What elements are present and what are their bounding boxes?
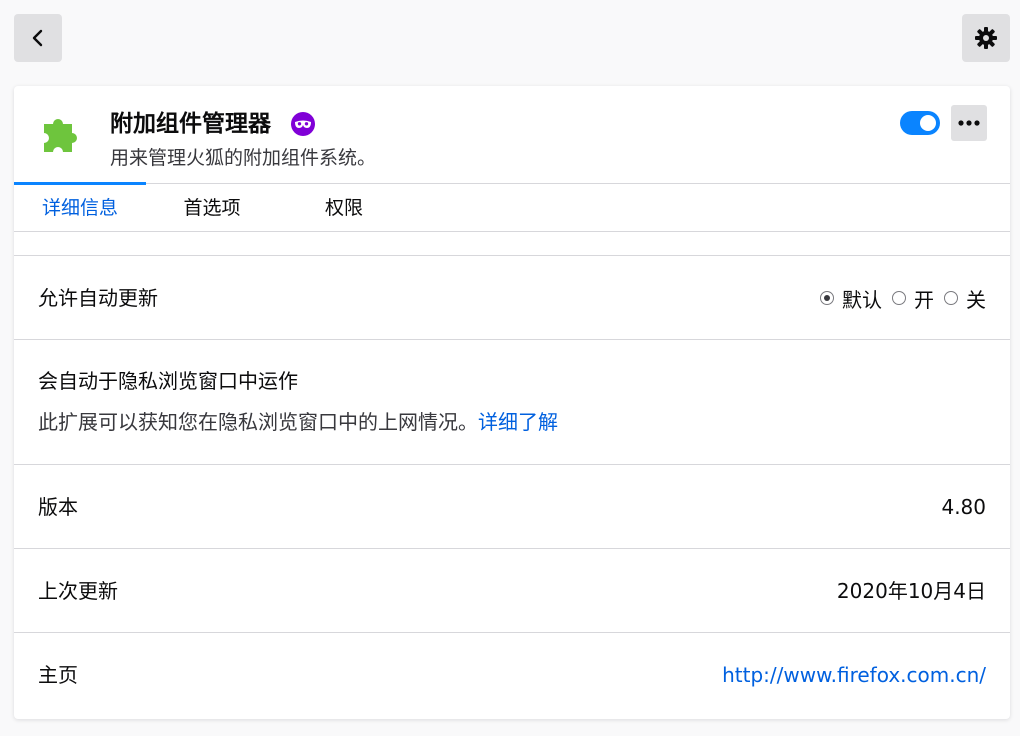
radio-default[interactable]: 默认 — [820, 284, 882, 313]
last-updated-row: 上次更新 2020年10月4日 — [14, 549, 1010, 633]
tab-bar: 详细信息 首选项 权限 — [14, 182, 1010, 232]
learn-more-link[interactable]: 详细了解 — [478, 410, 558, 434]
tab-preferences[interactable]: 首选项 — [146, 184, 278, 232]
radio-label: 默认 — [842, 287, 882, 312]
private-browsing-label: 会自动于隐私浏览窗口中运作 — [38, 369, 298, 393]
back-button[interactable] — [14, 14, 62, 62]
tab-permissions[interactable]: 权限 — [278, 184, 410, 232]
radio-button[interactable] — [820, 291, 834, 305]
private-browsing-description: 此扩展可以获知您在隐私浏览窗口中的上网情况。详细了解 — [38, 408, 558, 436]
addon-header: 附加组件管理器 用来管理火狐的附加组件系统。 — [14, 86, 1010, 184]
auto-update-radio-group: 默认 开 关 — [820, 284, 986, 312]
version-value: 4.80 — [941, 495, 986, 519]
divider — [14, 232, 1010, 256]
addon-enable-toggle[interactable] — [900, 111, 940, 135]
homepage-link[interactable]: http://www.firefox.com.cn/ — [722, 661, 986, 689]
tab-details[interactable]: 详细信息 — [14, 184, 146, 232]
radio-off[interactable]: 关 — [944, 284, 986, 313]
radio-button[interactable] — [944, 291, 958, 305]
radio-label: 开 — [914, 287, 934, 312]
version-label: 版本 — [38, 495, 78, 519]
addon-description: 用来管理火狐的附加组件系统。 — [110, 147, 377, 169]
radio-on[interactable]: 开 — [892, 284, 934, 313]
puzzle-piece-icon — [44, 119, 77, 152]
homepage-row: 主页 http://www.firefox.com.cn/ — [14, 633, 1010, 717]
version-row: 版本 4.80 — [14, 465, 1010, 549]
more-horizontal-icon — [958, 120, 980, 126]
settings-button[interactable] — [962, 14, 1010, 62]
private-browsing-mask-icon — [291, 112, 315, 136]
auto-update-row: 允许自动更新 默认 开 关 — [14, 256, 1010, 340]
toggle-knob — [920, 115, 936, 131]
gear-icon — [975, 27, 997, 49]
more-options-button[interactable] — [951, 105, 987, 141]
homepage-label: 主页 — [38, 663, 78, 687]
auto-update-label: 允许自动更新 — [38, 286, 158, 310]
chevron-left-icon — [32, 29, 43, 47]
last-updated-label: 上次更新 — [38, 579, 118, 603]
private-browsing-description-text: 此扩展可以获知您在隐私浏览窗口中的上网情况。 — [38, 410, 478, 434]
last-updated-value: 2020年10月4日 — [836, 579, 986, 603]
radio-label: 关 — [966, 287, 986, 312]
private-browsing-row: 会自动于隐私浏览窗口中运作 此扩展可以获知您在隐私浏览窗口中的上网情况。详细了解 — [14, 340, 1010, 465]
radio-button[interactable] — [892, 291, 906, 305]
addon-name: 附加组件管理器 — [110, 111, 271, 137]
addon-card: 附加组件管理器 用来管理火狐的附加组件系统。 详细信息 首选项 权限 允许自动更… — [14, 86, 1010, 719]
